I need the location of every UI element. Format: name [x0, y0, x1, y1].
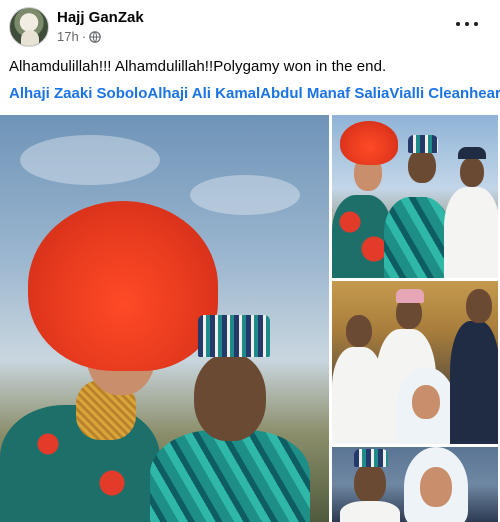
author-name[interactable]: Hajj GanZak: [57, 9, 144, 26]
tag-link-1[interactable]: Alhaji Zaaki Sobolo: [9, 85, 147, 102]
more-options-icon[interactable]: [456, 15, 478, 33]
photo-top-right[interactable]: [332, 115, 498, 278]
meta-separator: ·: [81, 29, 87, 44]
author-avatar[interactable]: [9, 7, 49, 47]
photo-middle-right[interactable]: [332, 281, 498, 444]
globe-icon[interactable]: [89, 30, 101, 43]
post-text: Alhamdulillah!!! Alhamdulillah!!Polygamy…: [9, 58, 387, 75]
post-header: Hajj GanZak 17h ·: [0, 0, 500, 52]
tagged-people: Alhaji Zaaki SoboloAlhaji Ali KamalAbdul…: [9, 85, 500, 102]
tag-link-2[interactable]: Alhaji Ali Kamal: [147, 85, 260, 102]
post-meta: 17h ·: [57, 29, 101, 44]
tag-link-3[interactable]: Abdul Manaf Salia: [260, 85, 389, 102]
photo-main[interactable]: [0, 115, 329, 522]
post-time[interactable]: 17h: [57, 29, 79, 44]
photo-gallery: [0, 115, 500, 522]
photo-bottom-right[interactable]: [332, 447, 498, 522]
tag-link-4[interactable]: Vialli Cleanheart: [389, 85, 500, 102]
